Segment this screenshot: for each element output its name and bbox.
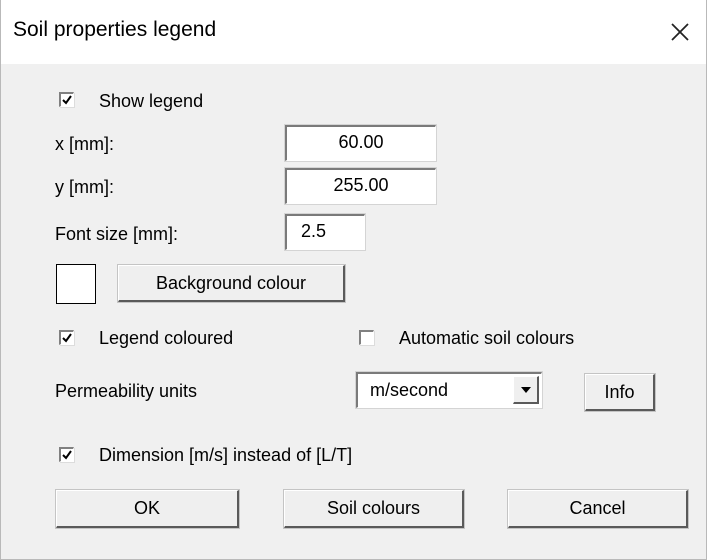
automatic-soil-colours-checkbox[interactable] (359, 330, 374, 345)
y-label: y [mm]: (55, 177, 114, 197)
x-input[interactable]: 60.00 (285, 125, 436, 161)
font-size-input[interactable]: 2.5 (285, 214, 365, 250)
legend-coloured-label: Legend coloured (99, 328, 234, 348)
dimension-label: Dimension [m/s] instead of [L/T] (99, 445, 353, 465)
permeability-units-label: Permeability units (55, 381, 198, 401)
permeability-units-select[interactable]: m/second (356, 372, 542, 408)
y-input[interactable]: 255.00 (285, 168, 436, 204)
soil-colours-button[interactable]: Soil colours (284, 490, 464, 528)
soil-properties-legend-dialog: Soil properties legend Show legend x [mm… (0, 0, 707, 560)
ok-button[interactable]: OK (56, 490, 239, 528)
background-colour-swatch (56, 264, 96, 304)
checkmark-icon (62, 333, 72, 343)
show-legend-label: Show legend (99, 91, 204, 111)
close-icon (671, 23, 689, 41)
background-colour-button[interactable]: Background colour (118, 265, 345, 302)
cancel-button[interactable]: Cancel (508, 490, 688, 528)
title-bar: Soil properties legend (1, 0, 706, 64)
dimension-checkbox[interactable] (59, 447, 74, 462)
font-size-label: Font size [mm]: (55, 224, 179, 244)
dialog-title: Soil properties legend (13, 18, 217, 41)
legend-coloured-checkbox[interactable] (59, 330, 74, 345)
x-label: x [mm]: (55, 134, 114, 154)
checkmark-icon (62, 450, 72, 460)
dropdown-arrow-button[interactable] (513, 376, 539, 404)
show-legend-checkbox[interactable] (59, 92, 74, 107)
automatic-soil-colours-label: Automatic soil colours (399, 328, 575, 348)
chevron-down-icon (521, 387, 531, 393)
permeability-units-value: m/second (370, 380, 449, 400)
close-button[interactable] (660, 12, 700, 52)
info-button[interactable]: Info (585, 374, 655, 411)
checkmark-icon (62, 95, 72, 105)
